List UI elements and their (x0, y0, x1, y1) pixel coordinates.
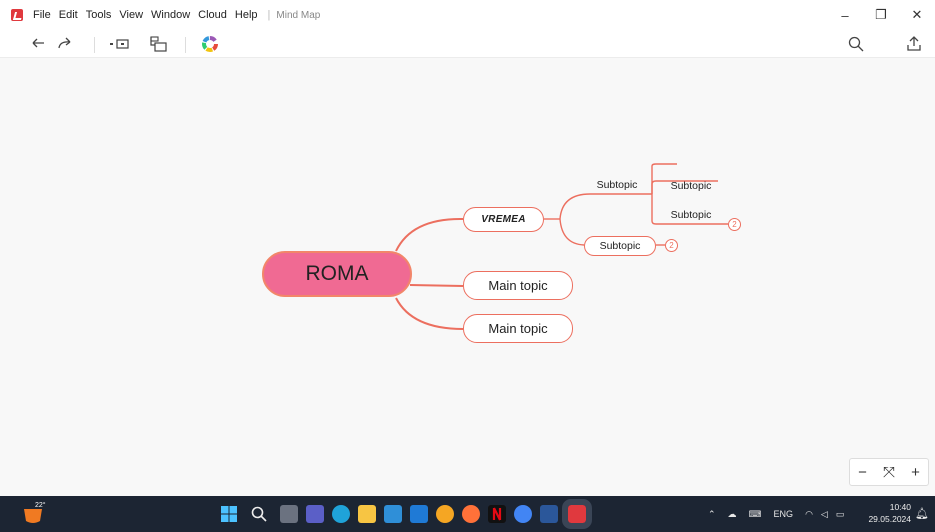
subtopic[interactable]: Subtopic (584, 178, 650, 192)
minimize-button[interactable]: – (827, 8, 863, 23)
weather-temp: 22° (35, 502, 46, 509)
toolbar (0, 30, 935, 58)
windows-taskbar: 22° ⌃ ☁ ⌨ ENG ◠ ◁ ▭ 10:40 29.05.2024 🔔︎ (0, 496, 935, 532)
mindmap-canvas[interactable]: ROMA VREMEA Main topic Main topic Subtop… (0, 58, 935, 496)
collapsed-count-badge[interactable]: 2 (665, 239, 678, 252)
system-tray: ⌃ ☁ ⌨ ENG ◠ ◁ ▭ (708, 496, 844, 532)
insert-topic-icon[interactable] (108, 35, 132, 53)
menu-view[interactable]: View (119, 9, 143, 21)
share-icon[interactable] (904, 35, 924, 53)
store-icon[interactable] (384, 505, 402, 523)
main-topic-vremea[interactable]: VREMEA (463, 207, 544, 232)
menu-window[interactable]: Window (151, 9, 190, 21)
subtopic-boxed[interactable]: Subtopic (584, 236, 656, 256)
color-theme-icon[interactable] (200, 35, 220, 53)
app-icon[interactable] (436, 505, 454, 523)
battery-icon[interactable]: ▭ (836, 509, 845, 520)
netflix-icon[interactable] (488, 505, 506, 523)
taskbar-search-icon[interactable] (250, 505, 268, 523)
mindmap-app-icon[interactable] (562, 499, 592, 529)
toolbar-separator (94, 37, 95, 53)
teams-icon[interactable] (306, 505, 324, 523)
chrome-icon[interactable] (514, 505, 532, 523)
window-controls: – ❐ ✕ (827, 0, 935, 30)
collapsed-count-badge[interactable]: 2 (728, 218, 741, 231)
title-menu-bar: File Edit Tools View Window Cloud Help |… (0, 0, 935, 30)
sub-subtopic[interactable] (656, 151, 676, 163)
undo-icon[interactable] (28, 35, 48, 53)
notification-bell-icon[interactable]: 🔔︎ (915, 507, 929, 520)
menu-tools[interactable]: Tools (86, 9, 112, 21)
close-button[interactable]: ✕ (899, 7, 935, 23)
wifi-icon[interactable]: ◠ (805, 509, 813, 520)
chevron-up-icon[interactable]: ⌃ (708, 509, 716, 520)
toolbar-separator (185, 37, 186, 53)
clock-time: 10:40 (889, 502, 911, 512)
menu-separator: | (267, 9, 271, 21)
menu-cloud[interactable]: Cloud (198, 9, 227, 21)
keyboard-icon[interactable]: ⌨ (749, 509, 762, 520)
mail-icon[interactable] (410, 505, 428, 523)
onedrive-icon[interactable]: ☁ (728, 509, 737, 520)
firefox-icon[interactable] (462, 505, 480, 523)
word-icon[interactable] (540, 505, 558, 523)
sub-subtopic[interactable]: Subtopic (656, 179, 726, 193)
language-indicator[interactable]: ENG (774, 509, 794, 519)
zoom-control: − ⤧ + (849, 458, 929, 486)
clock[interactable]: 10:40 29.05.2024 (868, 501, 911, 525)
search-icon[interactable] (846, 35, 866, 53)
document-title: Mind Map (276, 9, 321, 21)
menu-edit[interactable]: Edit (59, 9, 78, 21)
restore-button[interactable]: ❐ (863, 7, 899, 23)
sub-subtopic[interactable]: Subtopic (656, 208, 726, 222)
app-logo-icon (11, 9, 23, 21)
redo-icon[interactable] (55, 35, 75, 53)
zoom-out-button[interactable]: − (858, 464, 867, 481)
menu-help[interactable]: Help (235, 9, 258, 21)
zoom-in-button[interactable]: + (911, 464, 920, 481)
weather-icon[interactable]: 22° (22, 502, 46, 525)
file-explorer-icon[interactable] (358, 505, 376, 523)
volume-icon[interactable]: ◁ (821, 509, 828, 520)
menu-file[interactable]: File (33, 9, 51, 21)
windows-start-icon[interactable] (220, 505, 238, 523)
clock-date: 29.05.2024 (868, 514, 911, 524)
insert-subtopic-icon[interactable] (147, 35, 169, 53)
edge-icon[interactable] (332, 505, 350, 523)
main-topic[interactable]: Main topic (463, 314, 573, 343)
main-topic[interactable]: Main topic (463, 271, 573, 300)
task-view-icon[interactable] (280, 505, 298, 523)
central-topic[interactable]: ROMA (262, 251, 412, 297)
fit-to-screen-button[interactable]: ⤧ (883, 464, 895, 481)
